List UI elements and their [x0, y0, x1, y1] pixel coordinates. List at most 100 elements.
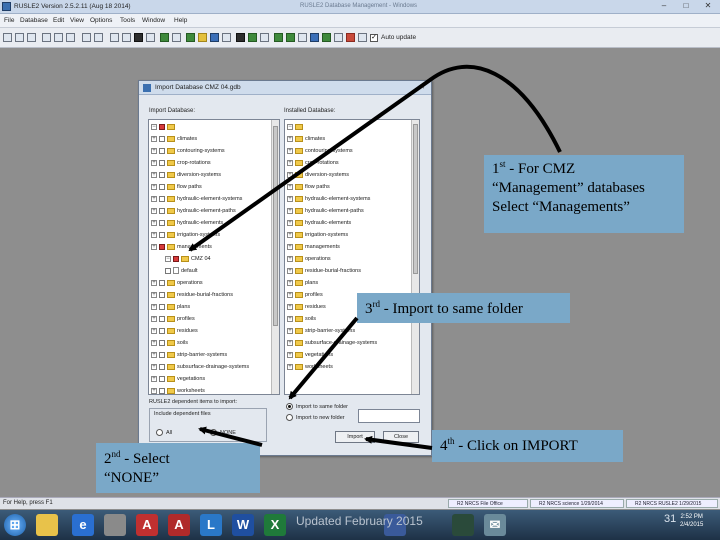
expand-icon[interactable]: + — [151, 279, 157, 286]
import-row[interactable]: + managements — [151, 242, 212, 252]
installed-row[interactable]: + worksheets — [287, 362, 333, 372]
expand-icon[interactable]: + — [287, 135, 293, 142]
diversion-icon[interactable] — [298, 33, 307, 42]
new-file-icon[interactable] — [3, 33, 12, 42]
tree-checkbox[interactable] — [165, 267, 171, 274]
installed-row[interactable]: + diversion-systems — [287, 170, 349, 180]
auto-update-checkbox[interactable]: ✓ — [370, 34, 378, 42]
import-row[interactable]: + worksheets — [151, 386, 205, 394]
tree-checkbox[interactable] — [159, 207, 165, 214]
expand-icon[interactable]: + — [151, 327, 157, 334]
expand-icon[interactable]: + — [151, 387, 157, 394]
tree-checkbox[interactable] — [159, 195, 165, 202]
tree-checkbox[interactable] — [159, 303, 165, 310]
terrace-icon[interactable] — [286, 33, 295, 42]
installed-row[interactable]: + subsurface-drainage-systems — [287, 338, 377, 348]
soil-icon[interactable] — [222, 33, 231, 42]
import-row[interactable]: + flow paths — [151, 182, 202, 192]
profile-icon[interactable] — [134, 33, 143, 42]
menu-edit[interactable]: Edit — [53, 17, 64, 24]
paste-icon[interactable] — [66, 33, 75, 42]
copy-icon[interactable] — [54, 33, 63, 42]
installed-row[interactable]: + operations — [287, 254, 331, 264]
import-row[interactable]: − — [151, 122, 177, 132]
expand-icon[interactable]: + — [287, 303, 293, 310]
installed-row[interactable]: + managements — [287, 242, 340, 252]
tree-checkbox[interactable] — [159, 315, 165, 322]
installed-row[interactable]: + hydraulic-element-systems — [287, 194, 370, 204]
dep-all-radio[interactable] — [156, 429, 163, 436]
pdf-icon-2[interactable]: A — [168, 514, 190, 536]
import-row[interactable]: + subsurface-drainage-systems — [151, 362, 249, 372]
status-tab-2[interactable]: R2 NRCS science 1/29/2014 — [530, 499, 624, 508]
expand-icon[interactable]: + — [151, 243, 157, 250]
import-row[interactable]: + vegetations — [151, 374, 205, 384]
installed-row[interactable]: + hydraulic-element-paths — [287, 206, 364, 216]
pdf-icon[interactable]: A — [136, 514, 158, 536]
tree-checkbox[interactable] — [173, 255, 179, 262]
worksheet-icon[interactable] — [160, 33, 169, 42]
map-icon[interactable] — [172, 33, 181, 42]
help-icon[interactable] — [122, 33, 131, 42]
excel-icon[interactable]: X — [264, 514, 286, 536]
expand-icon[interactable]: + — [151, 291, 157, 298]
expand-icon[interactable]: + — [151, 147, 157, 154]
tree-checkbox[interactable] — [159, 123, 165, 130]
explorer-icon[interactable] — [36, 514, 58, 536]
import-row[interactable]: + contouring-systems — [151, 146, 225, 156]
expand-icon[interactable]: + — [151, 195, 157, 202]
dep-none-radio[interactable] — [210, 429, 217, 436]
installed-row[interactable]: + vegetations — [287, 350, 333, 360]
installed-row[interactable]: + climates — [287, 134, 325, 144]
import-row[interactable]: + climates — [151, 134, 197, 144]
installed-row[interactable]: + contouring-systems — [287, 146, 353, 156]
import-row[interactable]: + profiles — [151, 314, 195, 324]
expand-icon[interactable]: + — [287, 147, 293, 154]
expand-icon[interactable]: + — [287, 339, 293, 346]
menu-database[interactable]: Database — [20, 17, 48, 24]
irrigation-icon[interactable] — [322, 33, 331, 42]
expand-icon[interactable]: − — [151, 123, 157, 130]
tree-checkbox[interactable] — [159, 375, 165, 382]
expand-icon[interactable]: + — [151, 171, 157, 178]
import-row[interactable]: + soils — [151, 338, 188, 348]
expand-icon[interactable]: − — [287, 123, 293, 130]
expand-icon[interactable]: + — [287, 291, 293, 298]
expand-icon[interactable]: + — [151, 375, 157, 382]
expand-icon[interactable]: + — [287, 255, 293, 262]
installed-row[interactable]: + flow paths — [287, 182, 330, 192]
expand-icon[interactable]: + — [151, 135, 157, 142]
hydraulic-icon[interactable] — [334, 33, 343, 42]
import-row[interactable]: + hydraulic-elements — [151, 218, 223, 228]
expand-icon[interactable]: + — [151, 363, 157, 370]
import-row[interactable]: + plans — [151, 302, 190, 312]
import-row[interactable]: + diversion-systems — [151, 170, 221, 180]
lync-icon[interactable]: L — [200, 514, 222, 536]
climate-icon[interactable] — [236, 33, 245, 42]
save-icon[interactable] — [27, 33, 36, 42]
vegetation-icon[interactable] — [186, 33, 195, 42]
tree-checkbox[interactable] — [159, 339, 165, 346]
installed-row[interactable]: + irrigation-systems — [287, 230, 348, 240]
email-icon[interactable]: ✉ — [484, 514, 506, 536]
installed-row[interactable]: + residues — [287, 302, 326, 312]
contour-icon[interactable] — [274, 33, 283, 42]
expand-icon[interactable]: + — [151, 207, 157, 214]
import-same-folder-radio[interactable] — [286, 403, 293, 410]
dialog-close-icon[interactable]: ✕ — [417, 83, 427, 92]
import-row[interactable]: default — [151, 266, 198, 276]
new-folder-name-input[interactable] — [358, 409, 420, 423]
import-database-tree[interactable]: − + climates + contouring-systems + crop-rotat… — [148, 119, 280, 395]
expand-icon[interactable]: − — [165, 255, 171, 262]
tree-checkbox[interactable] — [159, 219, 165, 226]
ie-icon[interactable]: e — [72, 514, 94, 536]
strip-icon[interactable] — [260, 33, 269, 42]
expand-icon[interactable]: + — [287, 327, 293, 334]
installed-row[interactable]: + plans — [287, 278, 318, 288]
expand-icon[interactable]: + — [287, 171, 293, 178]
installed-database-tree[interactable]: − + climates + contouring-systems + crop-rotat… — [284, 119, 420, 395]
drainage-icon[interactable] — [310, 33, 319, 42]
expand-icon[interactable]: + — [287, 315, 293, 322]
expand-icon[interactable]: + — [287, 219, 293, 226]
tree-checkbox[interactable] — [159, 159, 165, 166]
